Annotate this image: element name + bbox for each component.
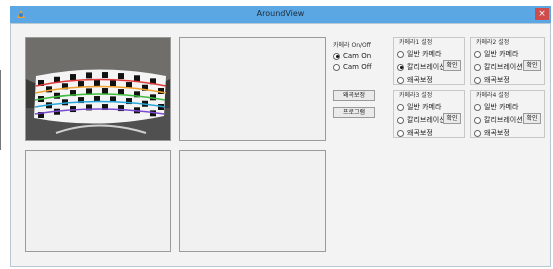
cam-off-label: Cam Off <box>343 63 372 71</box>
cam-on-label: Cam On <box>343 52 372 60</box>
program-button[interactable]: 프로그램 <box>333 107 375 118</box>
camera3-option-3-radio[interactable] <box>397 129 404 137</box>
camera2-option-2-radio[interactable] <box>474 63 481 71</box>
window-title: AroundView <box>256 9 305 18</box>
camera4-option-2[interactable]: 칼리브레이션 <box>474 115 523 125</box>
camera1-option-2-label: 칼리브레이션 <box>407 63 446 71</box>
camera3-settings-group: 카메라3 설정일반 카메라칼리브레이션왜곡보정 확인 <box>393 90 465 138</box>
camera1-option-1-label: 일반 카메라 <box>407 50 442 58</box>
camera3-option-3[interactable]: 왜곡보정 <box>397 128 433 138</box>
camera3-option-2-label: 칼리브레이션 <box>407 116 446 124</box>
cam-onoff-group: 카메라 On/Off Cam On Cam Off <box>333 40 372 71</box>
camera2-option-3-radio[interactable] <box>474 76 481 84</box>
camera1-option-3-radio[interactable] <box>397 76 404 84</box>
camera1-option-2[interactable]: 칼리브레이션 <box>397 62 446 72</box>
camera-view-3 <box>25 150 171 252</box>
camera2-option-3[interactable]: 왜곡보정 <box>474 75 510 85</box>
camera4-settings-title: 카메라4 설정 <box>476 92 510 99</box>
camera4-option-3-radio[interactable] <box>474 129 481 137</box>
close-button[interactable]: × <box>535 8 549 20</box>
camera3-option-3-label: 왜곡보정 <box>407 129 433 137</box>
camera1-option-3[interactable]: 왜곡보정 <box>397 75 433 85</box>
camera-feed-1 <box>8 23 188 140</box>
cam-onoff-title: 카메라 On/Off <box>333 42 371 49</box>
camera1-confirm-button[interactable]: 확인 <box>443 60 461 71</box>
camera4-option-2-radio[interactable] <box>474 116 481 124</box>
camera2-option-2[interactable]: 칼리브레이션 <box>474 62 523 72</box>
camera3-confirm-button[interactable]: 확인 <box>443 113 461 124</box>
camera3-option-1[interactable]: 일반 카메라 <box>397 102 441 112</box>
camera4-option-3[interactable]: 왜곡보정 <box>474 128 510 138</box>
camera3-option-2-radio[interactable] <box>397 116 404 124</box>
cam-off-option[interactable]: Cam Off <box>333 63 372 71</box>
camera4-option-1-radio[interactable] <box>474 103 481 111</box>
camera-view-4 <box>179 150 326 252</box>
camera2-option-2-label: 칼리브레이션 <box>484 63 523 71</box>
title-bar[interactable]: AroundView × <box>10 6 551 23</box>
camera4-confirm-button[interactable]: 확인 <box>523 113 541 124</box>
camera2-option-1-radio[interactable] <box>474 50 481 58</box>
camera1-option-3-label: 왜곡보정 <box>407 76 433 84</box>
distortion-button[interactable]: 왜곡보정 <box>333 90 375 101</box>
camera4-settings-group: 카메라4 설정일반 카메라칼리브레이션왜곡보정 확인 <box>470 90 545 138</box>
camera2-option-1-label: 일반 카메라 <box>484 50 519 58</box>
camera2-option-1[interactable]: 일반 카메라 <box>474 49 518 59</box>
camera3-option-1-label: 일반 카메라 <box>407 103 442 111</box>
camera1-settings-group: 카메라1 설정일반 카메라칼리브레이션왜곡보정 확인 <box>393 37 465 85</box>
camera2-option-3-label: 왜곡보정 <box>484 76 510 84</box>
cam-off-radio[interactable] <box>333 63 340 71</box>
camera-view-2 <box>179 37 326 141</box>
cam-on-radio[interactable] <box>333 52 340 60</box>
camera4-option-1[interactable]: 일반 카메라 <box>474 102 518 112</box>
camera3-option-2[interactable]: 칼리브레이션 <box>397 115 446 125</box>
camera2-confirm-button[interactable]: 확인 <box>523 60 541 71</box>
camera2-settings-group: 카메라2 설정일반 카메라칼리브레이션왜곡보정 확인 <box>470 37 545 85</box>
camera1-option-2-radio[interactable] <box>397 63 404 71</box>
window-edge <box>0 70 4 150</box>
camera4-option-1-label: 일반 카메라 <box>484 103 519 111</box>
camera2-settings-title: 카메라2 설정 <box>476 39 510 46</box>
camera4-option-3-label: 왜곡보정 <box>484 129 510 137</box>
camera-view-1 <box>8 23 188 141</box>
camera3-option-1-radio[interactable] <box>397 103 404 111</box>
camera1-option-1-radio[interactable] <box>397 50 404 58</box>
camera3-settings-title: 카메라3 설정 <box>399 92 433 99</box>
cam-on-option[interactable]: Cam On <box>333 52 372 60</box>
camera1-settings-title: 카메라1 설정 <box>399 39 433 46</box>
camera1-option-1[interactable]: 일반 카메라 <box>397 49 441 59</box>
camera4-option-2-label: 칼리브레이션 <box>484 116 523 124</box>
